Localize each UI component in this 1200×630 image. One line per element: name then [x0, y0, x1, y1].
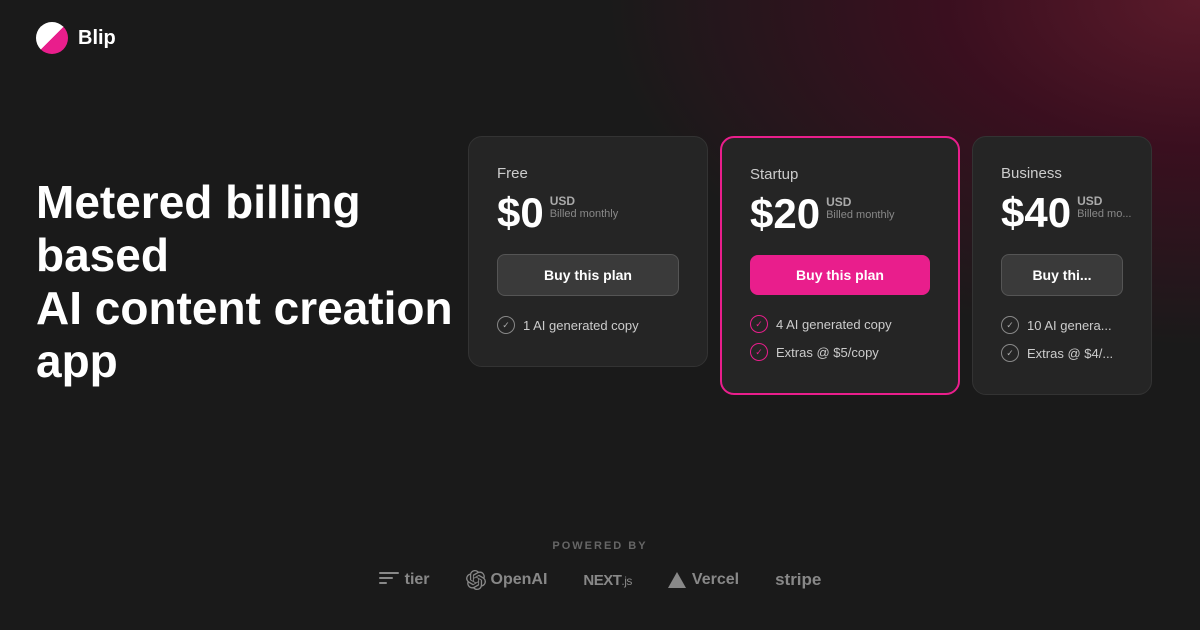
openai-logo: OpenAI — [466, 570, 548, 590]
startup-feature-2-text: Extras @ $5/copy — [776, 345, 879, 360]
business-feature-1-text: 10 AI genera... — [1027, 318, 1112, 333]
vercel-label: Vercel — [692, 571, 739, 589]
free-plan-billing: Billed monthly — [550, 208, 618, 220]
startup-feature-2: ✓ Extras @ $5/copy — [750, 343, 930, 361]
pricing-card-business: Business $40 USD Billed mo... Buy thi...… — [972, 136, 1152, 395]
powered-by-label: POWERED BY — [552, 540, 647, 552]
pricing-card-free: Free $0 USD Billed monthly Buy this plan… — [468, 136, 708, 367]
header: Blip — [0, 0, 1200, 76]
powered-by-logos: tier OpenAI NEXT.js Vercel stripe — [379, 570, 822, 590]
openai-label: OpenAI — [491, 571, 548, 589]
free-features-list: ✓ 1 AI generated copy — [497, 316, 679, 334]
business-buy-button[interactable]: Buy thi... — [1001, 254, 1123, 296]
business-plan-currency: USD — [1077, 194, 1131, 208]
startup-feature-1-text: 4 AI generated copy — [776, 317, 892, 332]
main-content: Metered billing based AI content creatio… — [0, 76, 1200, 395]
free-plan-meta: USD Billed monthly — [550, 192, 618, 220]
startup-plan-price-row: $20 USD Billed monthly — [750, 193, 930, 235]
startup-plan-currency: USD — [826, 195, 894, 209]
logo-text: Blip — [78, 27, 116, 50]
vercel-triangle-icon — [668, 572, 686, 588]
check-icon-pink-1: ✓ — [750, 315, 768, 333]
business-feature-1: ✓ 10 AI genera... — [1001, 316, 1123, 334]
tier-label: tier — [405, 571, 430, 589]
check-icon-b1: ✓ — [1001, 316, 1019, 334]
openai-icon — [466, 570, 486, 590]
check-icon: ✓ — [497, 316, 515, 334]
business-feature-2-text: Extras @ $4/... — [1027, 346, 1113, 361]
check-icon-pink-2: ✓ — [750, 343, 768, 361]
free-plan-price: $0 — [497, 192, 544, 234]
logo-icon — [36, 22, 68, 54]
free-feature-1: ✓ 1 AI generated copy — [497, 316, 679, 334]
business-plan-meta: USD Billed mo... — [1077, 192, 1131, 220]
tier-logo: tier — [379, 571, 430, 589]
stripe-logo: stripe — [775, 570, 821, 590]
startup-plan-price: $20 — [750, 193, 820, 235]
free-plan-currency: USD — [550, 194, 618, 208]
free-buy-button[interactable]: Buy this plan — [497, 254, 679, 296]
business-plan-price: $40 — [1001, 192, 1071, 234]
free-plan-price-row: $0 USD Billed monthly — [497, 192, 679, 234]
startup-plan-meta: USD Billed monthly — [826, 193, 894, 221]
hero-title-line2: AI content creation app — [36, 282, 453, 387]
free-feature-1-text: 1 AI generated copy — [523, 318, 639, 333]
business-features-list: ✓ 10 AI genera... ✓ Extras @ $4/... — [1001, 316, 1123, 362]
hero-title: Metered billing based AI content creatio… — [36, 176, 468, 388]
business-plan-billing: Billed mo... — [1077, 208, 1131, 220]
business-feature-2: ✓ Extras @ $4/... — [1001, 344, 1123, 362]
startup-plan-billing: Billed monthly — [826, 209, 894, 221]
hero-title-line1: Metered billing based — [36, 176, 361, 281]
free-plan-name: Free — [497, 165, 679, 182]
pricing-card-startup: Startup $20 USD Billed monthly Buy this … — [720, 136, 960, 395]
footer: POWERED BY tier OpenAI NEXT.js Vercel s — [0, 540, 1200, 590]
startup-plan-name: Startup — [750, 166, 930, 183]
startup-features-list: ✓ 4 AI generated copy ✓ Extras @ $5/copy — [750, 315, 930, 361]
check-icon-b2: ✓ — [1001, 344, 1019, 362]
startup-buy-button[interactable]: Buy this plan — [750, 255, 930, 295]
tier-icon — [379, 572, 399, 588]
startup-feature-1: ✓ 4 AI generated copy — [750, 315, 930, 333]
nextjs-logo: NEXT.js — [583, 572, 632, 589]
business-plan-price-row: $40 USD Billed mo... — [1001, 192, 1123, 234]
pricing-area: Free $0 USD Billed monthly Buy this plan… — [468, 136, 1164, 395]
vercel-logo: Vercel — [668, 571, 739, 589]
nextjs-label: NEXT.js — [583, 572, 632, 589]
hero-section: Metered billing based AI content creatio… — [36, 116, 468, 388]
business-plan-name: Business — [1001, 165, 1123, 182]
stripe-label: stripe — [775, 570, 821, 590]
